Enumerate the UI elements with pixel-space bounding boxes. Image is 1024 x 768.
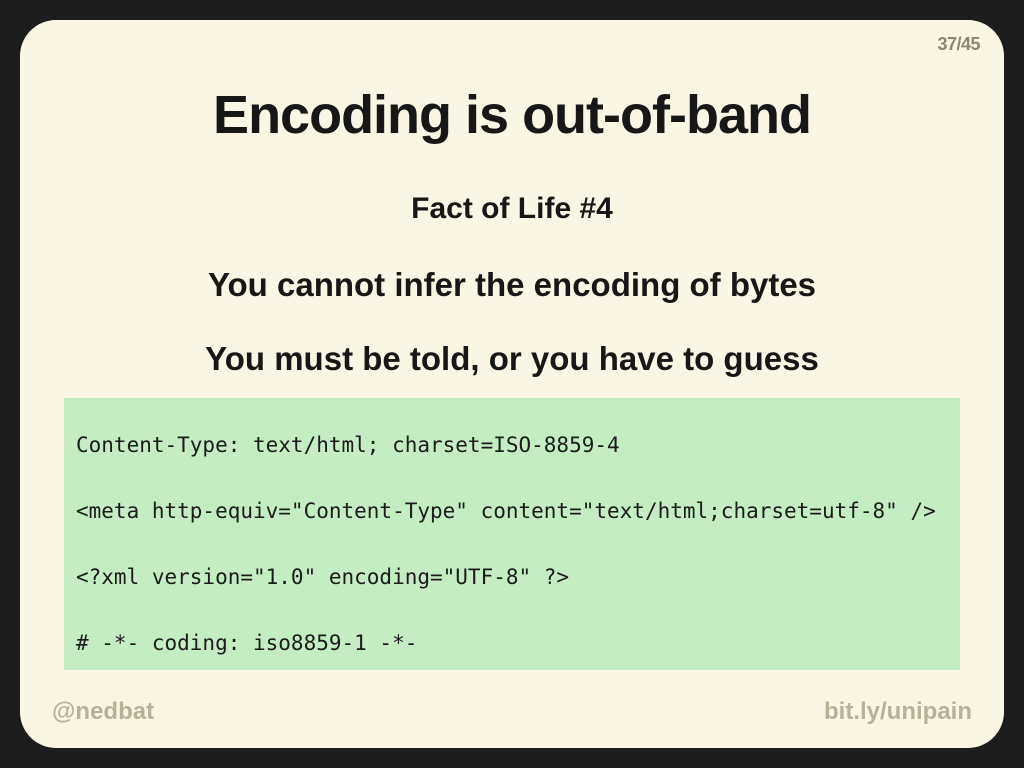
code-line: <meta http-equiv="Content-Type" content=… [76, 500, 948, 522]
code-line: <?xml version="1.0" encoding="UTF-8" ?> [76, 566, 948, 588]
slide: 37/45 Encoding is out-of-band Fact of Li… [20, 20, 1004, 748]
slide-subtitle: Fact of Life #4 [60, 192, 964, 226]
code-line: Content-Type: text/html; charset=ISO-885… [76, 434, 948, 456]
slide-point-1: You cannot infer the encoding of bytes [60, 266, 964, 304]
footer-link: bit.ly/unipain [824, 698, 972, 726]
slide-title: Encoding is out-of-band [60, 84, 964, 146]
footer-handle: @nedbat [52, 698, 154, 726]
code-line: # -*- coding: iso8859-1 -*- [76, 632, 948, 654]
code-block: Content-Type: text/html; charset=ISO-885… [64, 398, 960, 670]
slide-point-2: You must be told, or you have to guess [60, 340, 964, 378]
page-counter: 37/45 [937, 34, 980, 55]
